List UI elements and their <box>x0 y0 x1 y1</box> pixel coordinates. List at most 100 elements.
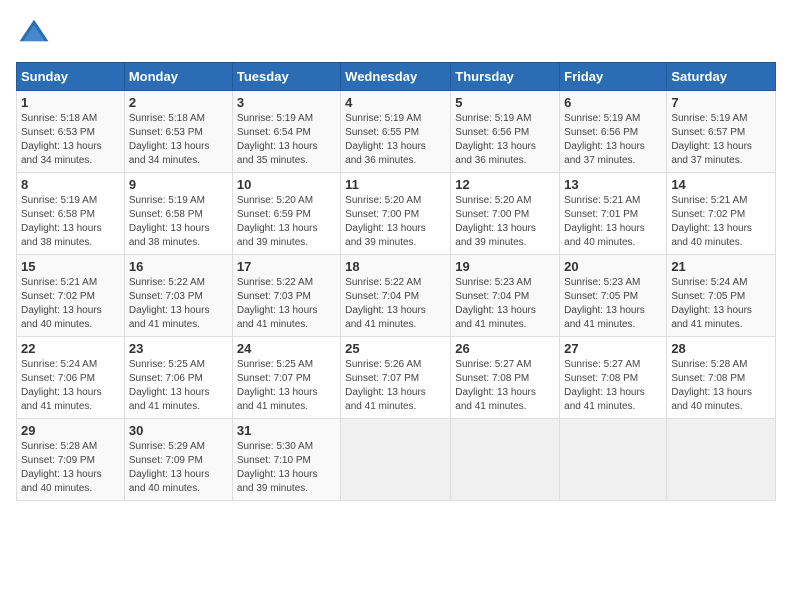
calendar-cell: 19 Sunrise: 5:23 AM Sunset: 7:04 PM Dayli… <box>451 255 560 337</box>
day-info: Sunrise: 5:19 AM Sunset: 6:54 PM Dayligh… <box>237 112 336 168</box>
day-number: 22 <box>21 341 120 356</box>
day-number: 7 <box>671 95 771 110</box>
day-info: Sunrise: 5:29 AM Sunset: 7:09 PM Dayligh… <box>129 440 228 496</box>
calendar-week-row: 29 Sunrise: 5:28 AM Sunset: 7:09 PM Dayli… <box>17 419 776 501</box>
weekday-header: Wednesday <box>341 63 451 91</box>
day-info: Sunrise: 5:27 AM Sunset: 7:08 PM Dayligh… <box>564 358 662 414</box>
calendar-cell: 3 Sunrise: 5:19 AM Sunset: 6:54 PM Daylig… <box>232 91 340 173</box>
day-number: 19 <box>455 259 555 274</box>
day-number: 26 <box>455 341 555 356</box>
weekday-header: Saturday <box>667 63 776 91</box>
day-number: 31 <box>237 423 336 438</box>
day-info: Sunrise: 5:19 AM Sunset: 6:57 PM Dayligh… <box>671 112 771 168</box>
day-info: Sunrise: 5:20 AM Sunset: 6:59 PM Dayligh… <box>237 194 336 250</box>
calendar-cell <box>560 419 667 501</box>
day-info: Sunrise: 5:19 AM Sunset: 6:56 PM Dayligh… <box>564 112 662 168</box>
calendar-cell: 30 Sunrise: 5:29 AM Sunset: 7:09 PM Dayli… <box>124 419 232 501</box>
day-number: 13 <box>564 177 662 192</box>
calendar-cell: 22 Sunrise: 5:24 AM Sunset: 7:06 PM Dayli… <box>17 337 125 419</box>
day-info: Sunrise: 5:21 AM Sunset: 7:02 PM Dayligh… <box>671 194 771 250</box>
day-info: Sunrise: 5:22 AM Sunset: 7:04 PM Dayligh… <box>345 276 446 332</box>
day-info: Sunrise: 5:28 AM Sunset: 7:08 PM Dayligh… <box>671 358 771 414</box>
weekday-header: Tuesday <box>232 63 340 91</box>
calendar-cell: 25 Sunrise: 5:26 AM Sunset: 7:07 PM Dayli… <box>341 337 451 419</box>
calendar-cell: 14Sunrise: 5:21 AM Sunset: 7:02 PM Dayli… <box>667 173 776 255</box>
day-info: Sunrise: 5:19 AM Sunset: 6:58 PM Dayligh… <box>129 194 228 250</box>
day-info: Sunrise: 5:22 AM Sunset: 7:03 PM Dayligh… <box>129 276 228 332</box>
calendar-table: SundayMondayTuesdayWednesdayThursdayFrid… <box>16 62 776 501</box>
weekday-header: Sunday <box>17 63 125 91</box>
calendar-cell: 21Sunrise: 5:24 AM Sunset: 7:05 PM Dayli… <box>667 255 776 337</box>
day-number: 6 <box>564 95 662 110</box>
calendar-cell: 4Sunrise: 5:19 AM Sunset: 6:55 PM Daylig… <box>341 91 451 173</box>
calendar-cell: 5 Sunrise: 5:19 AM Sunset: 6:56 PM Daylig… <box>451 91 560 173</box>
day-number: 9 <box>129 177 228 192</box>
day-number: 11 <box>345 177 446 192</box>
calendar-cell: 24 Sunrise: 5:25 AM Sunset: 7:07 PM Dayli… <box>232 337 340 419</box>
day-info: Sunrise: 5:25 AM Sunset: 7:06 PM Dayligh… <box>129 358 228 414</box>
day-number: 5 <box>455 95 555 110</box>
logo-icon <box>16 16 52 52</box>
calendar-cell: 29 Sunrise: 5:28 AM Sunset: 7:09 PM Dayli… <box>17 419 125 501</box>
day-number: 15 <box>21 259 120 274</box>
day-info: Sunrise: 5:23 AM Sunset: 7:04 PM Dayligh… <box>455 276 555 332</box>
calendar-cell: 1 Sunrise: 5:18 AM Sunset: 6:53 PM Daylig… <box>17 91 125 173</box>
calendar-cell: 12 Sunrise: 5:20 AM Sunset: 7:00 PM Dayli… <box>451 173 560 255</box>
calendar-week-row: 22 Sunrise: 5:24 AM Sunset: 7:06 PM Dayli… <box>17 337 776 419</box>
calendar-cell: 20Sunrise: 5:23 AM Sunset: 7:05 PM Dayli… <box>560 255 667 337</box>
day-info: Sunrise: 5:21 AM Sunset: 7:02 PM Dayligh… <box>21 276 120 332</box>
day-info: Sunrise: 5:21 AM Sunset: 7:01 PM Dayligh… <box>564 194 662 250</box>
calendar-week-row: 1 Sunrise: 5:18 AM Sunset: 6:53 PM Daylig… <box>17 91 776 173</box>
day-info: Sunrise: 5:30 AM Sunset: 7:10 PM Dayligh… <box>237 440 336 496</box>
weekday-header: Friday <box>560 63 667 91</box>
day-info: Sunrise: 5:20 AM Sunset: 7:00 PM Dayligh… <box>455 194 555 250</box>
day-number: 30 <box>129 423 228 438</box>
page-header <box>16 16 776 52</box>
day-info: Sunrise: 5:25 AM Sunset: 7:07 PM Dayligh… <box>237 358 336 414</box>
calendar-cell <box>451 419 560 501</box>
calendar-week-row: 8 Sunrise: 5:19 AM Sunset: 6:58 PM Daylig… <box>17 173 776 255</box>
day-info: Sunrise: 5:20 AM Sunset: 7:00 PM Dayligh… <box>345 194 446 250</box>
calendar-cell: 8 Sunrise: 5:19 AM Sunset: 6:58 PM Daylig… <box>17 173 125 255</box>
day-number: 24 <box>237 341 336 356</box>
day-number: 27 <box>564 341 662 356</box>
day-number: 16 <box>129 259 228 274</box>
day-info: Sunrise: 5:23 AM Sunset: 7:05 PM Dayligh… <box>564 276 662 332</box>
day-number: 28 <box>671 341 771 356</box>
day-number: 12 <box>455 177 555 192</box>
calendar-cell: 7 Sunrise: 5:19 AM Sunset: 6:57 PM Daylig… <box>667 91 776 173</box>
day-info: Sunrise: 5:19 AM Sunset: 6:55 PM Dayligh… <box>345 112 446 168</box>
calendar-cell: 11 Sunrise: 5:20 AM Sunset: 7:00 PM Dayli… <box>341 173 451 255</box>
day-info: Sunrise: 5:19 AM Sunset: 6:58 PM Dayligh… <box>21 194 120 250</box>
weekday-header: Thursday <box>451 63 560 91</box>
calendar-cell: 18Sunrise: 5:22 AM Sunset: 7:04 PM Dayli… <box>341 255 451 337</box>
calendar-cell: 16 Sunrise: 5:22 AM Sunset: 7:03 PM Dayli… <box>124 255 232 337</box>
day-info: Sunrise: 5:22 AM Sunset: 7:03 PM Dayligh… <box>237 276 336 332</box>
day-number: 17 <box>237 259 336 274</box>
day-number: 1 <box>21 95 120 110</box>
day-number: 3 <box>237 95 336 110</box>
calendar-cell: 15 Sunrise: 5:21 AM Sunset: 7:02 PM Dayli… <box>17 255 125 337</box>
day-number: 29 <box>21 423 120 438</box>
calendar-cell: 28 Sunrise: 5:28 AM Sunset: 7:08 PM Dayli… <box>667 337 776 419</box>
day-info: Sunrise: 5:19 AM Sunset: 6:56 PM Dayligh… <box>455 112 555 168</box>
weekday-header: Monday <box>124 63 232 91</box>
logo <box>16 16 56 52</box>
calendar-cell: 10 Sunrise: 5:20 AM Sunset: 6:59 PM Dayli… <box>232 173 340 255</box>
calendar-cell: 31 Sunrise: 5:30 AM Sunset: 7:10 PM Dayli… <box>232 419 340 501</box>
day-info: Sunrise: 5:24 AM Sunset: 7:06 PM Dayligh… <box>21 358 120 414</box>
day-info: Sunrise: 5:26 AM Sunset: 7:07 PM Dayligh… <box>345 358 446 414</box>
day-info: Sunrise: 5:28 AM Sunset: 7:09 PM Dayligh… <box>21 440 120 496</box>
calendar-cell <box>341 419 451 501</box>
calendar-cell <box>667 419 776 501</box>
day-number: 8 <box>21 177 120 192</box>
calendar-week-row: 15 Sunrise: 5:21 AM Sunset: 7:02 PM Dayli… <box>17 255 776 337</box>
calendar-cell: 27 Sunrise: 5:27 AM Sunset: 7:08 PM Dayli… <box>560 337 667 419</box>
day-number: 23 <box>129 341 228 356</box>
day-info: Sunrise: 5:18 AM Sunset: 6:53 PM Dayligh… <box>21 112 120 168</box>
day-number: 25 <box>345 341 446 356</box>
calendar-cell: 26Sunrise: 5:27 AM Sunset: 7:08 PM Dayli… <box>451 337 560 419</box>
day-number: 10 <box>237 177 336 192</box>
calendar-cell: 2Sunrise: 5:18 AM Sunset: 6:53 PM Daylig… <box>124 91 232 173</box>
day-number: 21 <box>671 259 771 274</box>
